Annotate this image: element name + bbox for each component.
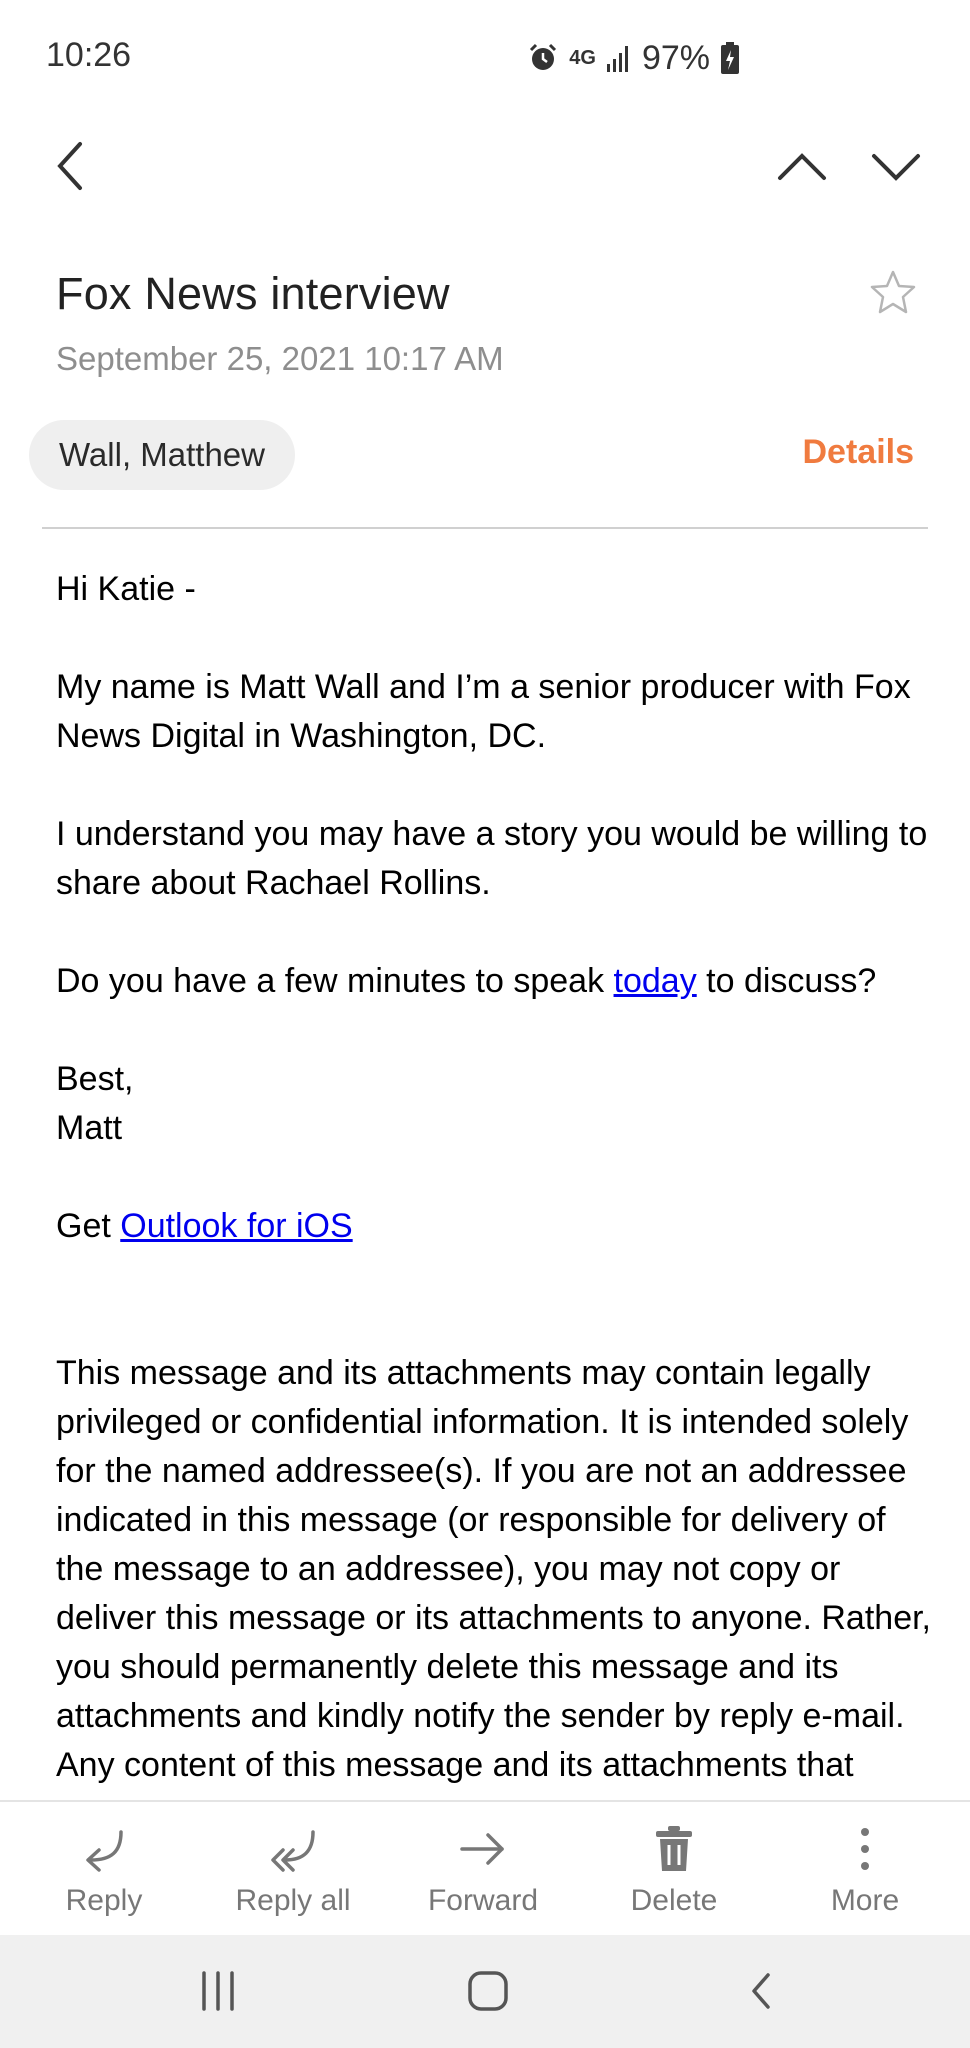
next-email-button[interactable]	[870, 148, 922, 184]
delete-button[interactable]: Delete	[584, 1820, 764, 1918]
reply-all-button[interactable]: Reply all	[203, 1820, 383, 1918]
home-icon	[466, 1965, 510, 2017]
recents-icon	[198, 1965, 238, 2017]
email-action-bar: Reply Reply all Forward Delete More	[0, 1800, 970, 1937]
star-outline-icon	[868, 270, 918, 322]
body-paragraph-story: I understand you may have a story you wo…	[56, 815, 928, 902]
alarm-icon	[527, 42, 559, 74]
recents-button[interactable]	[198, 1965, 238, 2017]
more-label: More	[830, 1884, 900, 1917]
delete-label: Delete	[630, 1884, 718, 1917]
favorite-button[interactable]	[868, 268, 918, 323]
reply-label: Reply	[65, 1884, 143, 1917]
outlook-promo-prefix: Get	[56, 1207, 121, 1245]
greeting: Hi Katie -	[56, 570, 196, 608]
sender-chip[interactable]: Wall, Matthew	[29, 420, 295, 490]
more-button[interactable]: More	[775, 1820, 955, 1918]
reply-all-label: Reply all	[235, 1884, 351, 1917]
system-nav-bar	[0, 1935, 970, 2048]
forward-icon	[393, 1820, 573, 1878]
status-indicators: 4G 97%	[527, 36, 740, 80]
forward-button[interactable]: Forward	[393, 1820, 573, 1918]
forward-label: Forward	[427, 1884, 539, 1917]
email-subject: Fox News interview	[56, 268, 450, 319]
legal-disclaimer: This message and its attachments may con…	[56, 1354, 932, 1800]
outlook-ios-link[interactable]: Outlook for iOS	[120, 1207, 352, 1245]
details-link[interactable]: Details	[803, 433, 915, 472]
status-bar: 10:26 4G 97%	[0, 0, 970, 118]
system-back-button[interactable]	[744, 1965, 780, 2017]
back-button[interactable]	[52, 138, 92, 194]
reply-all-icon	[203, 1820, 383, 1878]
chevron-up-icon	[776, 148, 828, 184]
status-time: 10:26	[46, 36, 132, 74]
body-paragraph-intro: My name is Matt Wall and I’m a senior pr…	[56, 668, 911, 755]
outlook-promo: Get Outlook for iOS	[56, 1202, 936, 1251]
signoff: Best,	[56, 1060, 134, 1098]
email-body: Hi Katie - My name is Matt Wall and I’m …	[56, 565, 936, 1800]
reply-button[interactable]: Reply	[14, 1820, 194, 1918]
email-date: September 25, 2021 10:17 AM	[56, 340, 504, 377]
more-vertical-icon	[775, 1820, 955, 1878]
reply-icon	[14, 1820, 194, 1878]
back-icon	[744, 1965, 780, 2017]
chevron-down-icon	[870, 148, 922, 184]
header-divider	[42, 527, 928, 529]
today-link[interactable]: today	[614, 962, 697, 1000]
previous-email-button[interactable]	[776, 148, 828, 184]
body-paragraph-question: Do you have a few minutes to speak today…	[56, 957, 936, 1006]
battery-percent: 97%	[641, 38, 710, 77]
trash-icon	[584, 1820, 764, 1878]
sender-name: Wall, Matthew	[59, 436, 265, 473]
signature: Matt	[56, 1109, 123, 1147]
question-text-after: to discuss?	[696, 962, 877, 1000]
signal-icon	[606, 44, 632, 72]
battery-charging-icon	[720, 42, 740, 74]
home-button[interactable]	[466, 1965, 510, 2017]
email-nav-bar	[0, 118, 970, 218]
chevron-left-icon	[52, 138, 92, 194]
network-type: 4G	[569, 47, 596, 69]
question-text-before: Do you have a few minutes to speak	[56, 962, 614, 1000]
